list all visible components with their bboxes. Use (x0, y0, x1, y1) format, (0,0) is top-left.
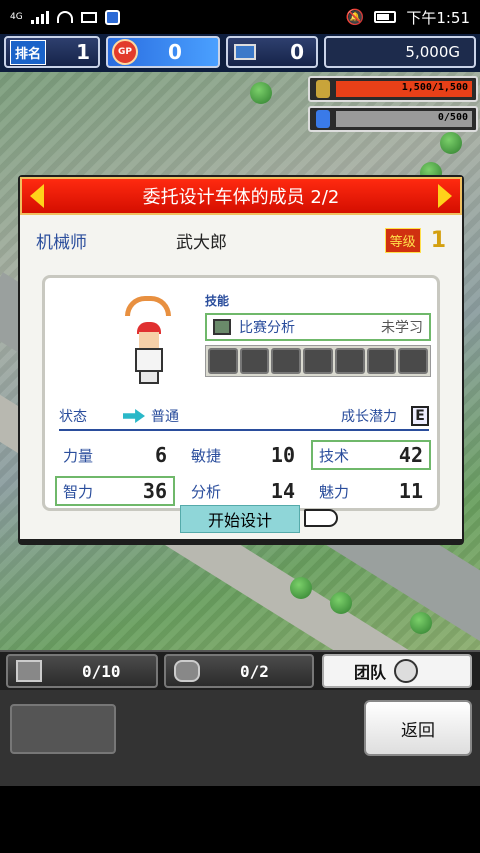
tree (410, 612, 432, 634)
dialog-title: 委托设计车体的成员 2/2 (142, 187, 340, 208)
member-name: 武大郎 (176, 232, 227, 253)
stat-technique: 技术 42 (311, 440, 431, 470)
stat-value: 36 (142, 479, 167, 503)
member-dialog: 委托设计车体的成员 2/2 机械师 武大郎 等级 1 技能 比赛分析 未学习 状… (18, 175, 464, 545)
network-type: 4G (10, 11, 23, 22)
skill-slot[interactable] (334, 348, 365, 374)
system-nav-bar (0, 786, 480, 853)
potential-grade: E (411, 406, 429, 426)
skill-slot[interactable] (239, 348, 270, 374)
computer-value: 0 (290, 40, 304, 64)
tree (330, 592, 352, 614)
team-label: 团队 (354, 663, 387, 682)
bottom-panel: 返回 (0, 690, 480, 786)
skill-slot[interactable] (271, 348, 302, 374)
skill-status: 未学习 (381, 320, 423, 336)
tree (250, 82, 272, 104)
skills-section: 技能 比赛分析 未学习 (205, 292, 431, 377)
level-value: 1 (430, 227, 446, 253)
skill-row[interactable]: 比赛分析 未学习 (205, 313, 431, 341)
tab-team[interactable]: 团队 (322, 654, 472, 688)
stat-value: 6 (154, 443, 167, 467)
skill-name: 比赛分析 (239, 320, 295, 336)
stat-strength: 力量 6 (55, 440, 175, 470)
top-hud: 排名 1 GP 0 0 5,000G (0, 34, 480, 72)
stat-label: 魅力 (319, 482, 350, 501)
signal-icon (30, 10, 49, 24)
next-arrow-icon[interactable] (437, 184, 452, 208)
parts-icon (16, 660, 42, 682)
pointing-hand-icon (304, 509, 338, 527)
rank-label: 排名 (10, 39, 47, 65)
fuel-meter: 1,500/1,500 (308, 76, 478, 102)
status-row: 状态 普通 成长潜力 E (59, 406, 429, 431)
bottom-tab-bar: 0/10 0/2 团队 (0, 650, 480, 690)
money-box: 5,000G (324, 36, 476, 68)
prev-arrow-icon[interactable] (30, 184, 44, 208)
status-value: 普通 (151, 409, 179, 425)
money-value: 5,000G (405, 43, 460, 61)
status-bar: 4G 🔕 下午1:51 (0, 0, 480, 34)
clock: 下午1:51 (406, 8, 470, 27)
skill-slot[interactable] (208, 348, 238, 374)
stat-value: 10 (270, 443, 295, 467)
member-head-icon (394, 659, 419, 683)
shield-icon (104, 9, 120, 25)
member-job: 机械师 (36, 232, 87, 253)
member-avatar (125, 296, 175, 386)
gp-box[interactable]: GP 0 (106, 36, 220, 68)
blank-button[interactable] (10, 704, 116, 754)
mute-icon: 🔕 (345, 8, 365, 26)
tab-cars[interactable]: 0/2 (164, 654, 314, 688)
tree (440, 132, 462, 154)
stat-label: 技术 (319, 446, 350, 465)
tab-parts[interactable]: 0/10 (6, 654, 158, 688)
mail-icon (80, 11, 97, 23)
stat-label: 力量 (63, 446, 94, 465)
back-button[interactable]: 返回 (364, 700, 472, 756)
stat-agility: 敏捷 10 (183, 440, 303, 470)
dialog-title-bar: 委托设计车体的成员 2/2 (20, 177, 462, 215)
stats-grid: 力量 6 敏捷 10 技术 42 智力 36 分析 14 魅力 11 (55, 440, 431, 506)
stat-charm: 魅力 11 (311, 476, 431, 506)
fuel-icon (316, 80, 330, 98)
gp-value: 0 (168, 40, 182, 64)
stat-label: 分析 (191, 482, 222, 501)
stat-analysis: 分析 14 (183, 476, 303, 506)
stat-intelligence: 智力 36 (55, 476, 175, 506)
battery-icon (374, 11, 397, 23)
skill-slot[interactable] (366, 348, 397, 374)
rank-value: 1 (76, 40, 90, 64)
wifi-icon (56, 11, 73, 23)
stat-value: 42 (398, 443, 423, 467)
stat-value: 14 (270, 479, 295, 503)
research-text: 0/500 (437, 112, 468, 123)
parts-count: 0/10 (82, 661, 121, 681)
car-count: 0/2 (240, 661, 269, 681)
skills-label: 技能 (205, 294, 230, 308)
stat-label: 智力 (63, 482, 94, 501)
rank-box[interactable]: 排名 1 (4, 36, 100, 68)
computer-icon (234, 44, 256, 60)
stat-value: 11 (398, 479, 423, 503)
gp-coin-icon: GP (112, 39, 138, 65)
start-design-button[interactable]: 开始设计 (180, 505, 300, 533)
skill-slots (205, 345, 431, 377)
stat-label: 敏捷 (191, 446, 222, 465)
car-icon (174, 660, 200, 682)
condition-arrow-icon (123, 409, 145, 423)
research-icon (316, 110, 330, 128)
level-label: 等级 (384, 227, 421, 253)
tree (290, 577, 312, 599)
potential-label: 成长潜力 (341, 409, 397, 425)
skill-slot[interactable] (303, 348, 333, 374)
computer-box[interactable]: 0 (226, 36, 318, 68)
skill-slot[interactable] (398, 348, 429, 374)
skill-icon (213, 319, 231, 335)
research-meter: 0/500 (308, 106, 478, 132)
member-panel: 技能 比赛分析 未学习 状态 普通 成长潜力 E 力量 6 敏捷 10 技术 4… (42, 275, 440, 511)
fuel-text: 1,500/1,500 (401, 82, 468, 93)
status-label: 状态 (59, 409, 87, 425)
